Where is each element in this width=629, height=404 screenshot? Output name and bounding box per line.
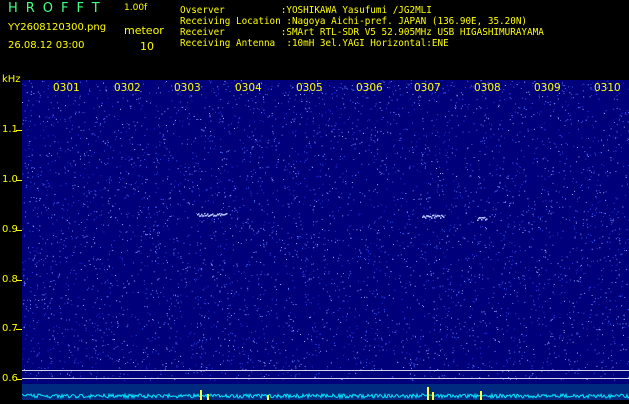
time-label-0309: 0309 (534, 82, 561, 94)
info-receiver: Receiver :SMArt RTL-SDR V5 52.905MHz USB… (180, 27, 544, 38)
time-label-0302: 0302 (114, 82, 141, 94)
time-label-0304: 0304 (235, 82, 262, 94)
spectrogram-plot (22, 80, 629, 400)
app-logo: HROFFT (8, 1, 108, 16)
signal-level-trace (22, 384, 629, 400)
info-location: Receiving Location :Nagoya Aichi-pref. J… (180, 16, 544, 27)
app-version: 1.00f (124, 3, 147, 13)
y-axis-unit: kHz (2, 74, 21, 85)
y-tick (16, 180, 22, 181)
time-label-0306: 0306 (356, 82, 383, 94)
reference-line-upper (22, 370, 629, 371)
y-tick (16, 130, 22, 131)
time-label-0308: 0308 (474, 82, 501, 94)
reference-line-lower (22, 378, 629, 379)
y-tick (16, 329, 22, 330)
capture-datetime: 26.08.12 03:00 (8, 40, 85, 51)
info-observer: Ovserver :YOSHIKAWA Yasufumi /JG2MLI (180, 5, 544, 16)
meteor-count: 10 (140, 40, 154, 53)
signal-level-bar (22, 384, 629, 400)
header-panel: HROFFT 1.00f YY2608120300.png 26.08.12 0… (0, 0, 629, 76)
time-label-0310: 0310 (594, 82, 621, 94)
meteor-label: meteor (124, 24, 164, 37)
time-label-0305: 0305 (296, 82, 323, 94)
time-label-0303: 0303 (174, 82, 201, 94)
y-tick (16, 280, 22, 281)
y-tick (16, 230, 22, 231)
time-label-0301: 0301 (53, 82, 80, 94)
spectrogram-noise (22, 80, 629, 400)
y-tick (16, 379, 22, 380)
info-antenna: Receiving Antenna :10mH 3el.YAGI Horizon… (180, 38, 544, 49)
file-name: YY2608120300.png (8, 22, 106, 33)
time-label-0307: 0307 (414, 82, 441, 94)
station-info: Ovserver :YOSHIKAWA Yasufumi /JG2MLIRece… (180, 5, 544, 49)
